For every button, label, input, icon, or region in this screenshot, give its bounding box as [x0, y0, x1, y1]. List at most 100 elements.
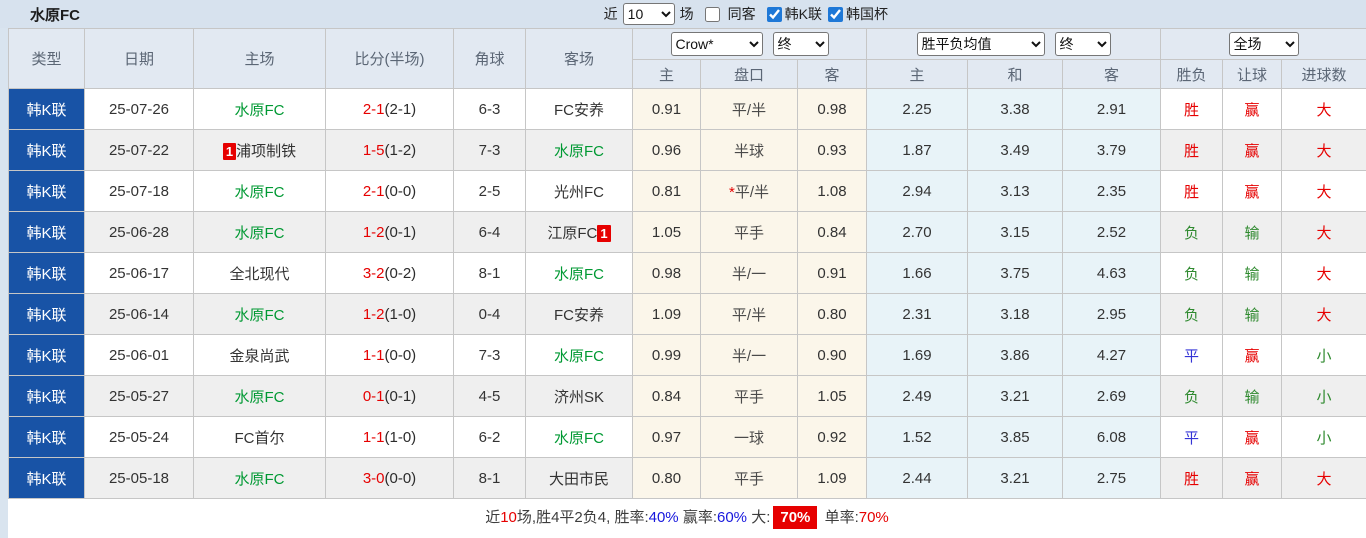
- avg-away-cell: 2.91: [1062, 88, 1161, 130]
- fulltime-score: 2-1: [362, 182, 385, 200]
- col-header-result: 胜负: [1160, 59, 1223, 89]
- odds-away-cell: 0.91: [797, 252, 867, 294]
- away-cell: FC安养: [525, 293, 633, 335]
- avg-home-cell: 1.52: [866, 416, 968, 458]
- score-cell: 1-2(0-1): [325, 211, 454, 253]
- odds-away-cell: 0.80: [797, 293, 867, 335]
- home-cell: 水原FC: [193, 293, 326, 335]
- date-cell: 25-06-14: [84, 293, 194, 335]
- summary-footer: 近10场,胜4平2负4, 胜率:40% 赢率:60% 大: 70% 单率:70%: [8, 499, 1366, 538]
- cup-checkbox[interactable]: [828, 6, 843, 22]
- footer-single-value: 70%: [858, 509, 889, 526]
- avg-away-cell: 2.35: [1062, 170, 1161, 212]
- odds-home-cell: 0.91: [632, 88, 701, 130]
- col-header-home: 主场: [193, 28, 326, 89]
- halftime-score: (0-2): [384, 264, 417, 282]
- date-cell: 25-06-17: [84, 252, 194, 294]
- odds-company-select[interactable]: Crow*: [670, 32, 763, 56]
- fulltime-score: 3-0: [362, 469, 385, 487]
- subcol-avg-draw: 和: [967, 59, 1063, 89]
- avg-draw-cell: 3.75: [967, 252, 1063, 294]
- handicap-cell: 半/一: [700, 252, 798, 294]
- table-row: 韩K联 25-07-26 水原FC 2-1(2-1) 6-3 FC安养 0.91…: [8, 88, 1366, 130]
- same-venue-checkbox[interactable]: [704, 6, 720, 22]
- halftime-score: (0-1): [384, 387, 417, 405]
- league-checkbox[interactable]: [766, 6, 782, 22]
- corners-cell: 8-1: [453, 457, 526, 499]
- league-cell: 韩K联: [8, 170, 85, 212]
- halftime-score: (0-1): [384, 223, 417, 241]
- footer-big-badge: 70%: [773, 506, 818, 529]
- corners-cell: 0-4: [453, 293, 526, 335]
- home-cell: 1 浦项制铁: [193, 129, 326, 171]
- result-cell: 胜: [1160, 457, 1223, 499]
- avg-away-cell: 2.69: [1062, 375, 1161, 417]
- avg-home-cell: 2.49: [866, 375, 968, 417]
- away-team-name: 水原FC: [554, 347, 604, 365]
- footer-winrate-label: 胜率:: [610, 509, 649, 526]
- avg-away-cell: 4.27: [1062, 334, 1161, 376]
- away-cell: 水原FC: [525, 252, 633, 294]
- handicap-result-cell: 赢: [1222, 129, 1282, 171]
- table-row: 韩K联 25-06-28 水原FC 1-2(0-1) 6-4 江原FC 1 1.0…: [8, 211, 1366, 253]
- footer-winrate-value: 40%: [648, 509, 679, 526]
- score-cell: 1-5(1-2): [325, 129, 454, 171]
- goals-cell: 大: [1280, 293, 1366, 335]
- subcol-avg-away: 客: [1062, 59, 1161, 89]
- odds-away-cell: 1.05: [797, 375, 867, 417]
- score-cell: 2-1(0-0): [325, 170, 454, 212]
- table-row: 韩K联 25-06-14 水原FC 1-2(1-0) 0-4 FC安养 1.09…: [8, 293, 1366, 335]
- recent-count-select[interactable]: 10: [622, 3, 675, 25]
- match-history-table: 类型 日期 主场 比分(半场) 角球 客场 Crow* 终 胜平负均值 终 全场: [8, 28, 1366, 499]
- avg-away-cell: 3.79: [1062, 129, 1161, 171]
- avg-home-cell: 2.70: [866, 211, 968, 253]
- handicap-result-cell: 赢: [1222, 334, 1282, 376]
- avg-draw-cell: 3.38: [967, 88, 1063, 130]
- halftime-score: (1-0): [384, 428, 417, 446]
- away-team-name: 济州SK: [553, 388, 604, 406]
- odds-home-cell: 0.80: [632, 457, 701, 499]
- page-title: 水原FC: [30, 6, 80, 24]
- handicap-result-cell: 赢: [1222, 457, 1282, 499]
- scope-select[interactable]: 全场: [1228, 32, 1299, 56]
- avg-type-select[interactable]: 胜平负均值: [916, 32, 1045, 56]
- result-cell: 胜: [1160, 129, 1223, 171]
- away-cell: 济州SK: [525, 375, 633, 417]
- date-cell: 25-07-22: [84, 129, 194, 171]
- league-cell: 韩K联: [8, 293, 85, 335]
- away-team-name: 水原FC: [554, 142, 604, 160]
- goals-cell: 大: [1280, 170, 1366, 212]
- result-cell: 负: [1160, 211, 1223, 253]
- odds-away-cell: 0.92: [797, 416, 867, 458]
- avg-away-cell: 2.52: [1062, 211, 1161, 253]
- score-cell: 0-1(0-1): [325, 375, 454, 417]
- score-cell: 3-2(0-2): [325, 252, 454, 294]
- away-team-name: 光州FC: [554, 183, 604, 201]
- fulltime-score: 1-1: [362, 346, 385, 364]
- col-header-away: 客场: [525, 28, 633, 89]
- fulltime-score: 0-1: [362, 387, 385, 405]
- avg-home-cell: 2.44: [866, 457, 968, 499]
- table-row: 韩K联 25-06-17 全北现代 3-2(0-2) 8-1 水原FC 0.98…: [8, 252, 1366, 294]
- avg-draw-cell: 3.15: [967, 211, 1063, 253]
- avg-away-cell: 6.08: [1062, 416, 1161, 458]
- odds-home-cell: 1.05: [632, 211, 701, 253]
- corners-cell: 7-3: [453, 334, 526, 376]
- halftime-score: (2-1): [384, 100, 417, 118]
- handicap-result-cell: 赢: [1222, 416, 1282, 458]
- filter-controls: 近 10 场 同客 韩K联 韩国杯: [599, 3, 888, 25]
- avg-draw-cell: 3.86: [967, 334, 1063, 376]
- odds-away-cell: 1.09: [797, 457, 867, 499]
- date-cell: 25-05-24: [84, 416, 194, 458]
- handicap-cell: 半/一: [700, 334, 798, 376]
- handicap-result-cell: 输: [1222, 252, 1282, 294]
- away-team-name: 大田市民: [548, 470, 609, 488]
- odds-time-select[interactable]: 终: [772, 32, 829, 56]
- table-row: 韩K联 25-05-18 水原FC 3-0(0-0) 8-1 大田市民 0.80…: [8, 457, 1366, 499]
- away-cell: 水原FC: [525, 416, 633, 458]
- avg-time-select[interactable]: 终: [1054, 32, 1111, 56]
- home-cell: 水原FC: [193, 457, 326, 499]
- score-cell: 1-2(1-0): [325, 293, 454, 335]
- fulltime-score: 1-2: [362, 223, 385, 241]
- handicap-cell: 平手: [700, 211, 798, 253]
